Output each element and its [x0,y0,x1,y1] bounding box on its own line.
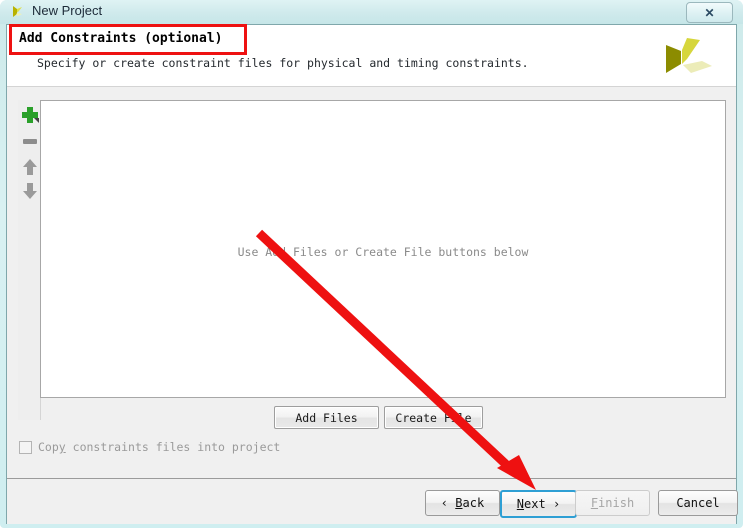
window-title: New Project [32,3,103,18]
create-file-button[interactable]: Create File [384,406,483,429]
move-down-icon[interactable] [19,180,41,202]
copy-constraints-row[interactable]: Copy constraints files into project [19,440,280,454]
move-up-icon[interactable] [19,156,41,178]
constraints-toolbar [18,100,41,420]
new-project-wizard-window: New Project ✕ Add Constraints (optional)… [0,0,743,528]
cancel-button[interactable]: Cancel [658,490,738,516]
copy-constraints-checkbox[interactable] [19,440,32,454]
copy-constraints-label: Copy constraints files into project [38,440,281,454]
remove-icon[interactable] [19,130,41,152]
xilinx-vivado-logo [666,38,712,73]
page-title: Add Constraints (optional) [19,31,223,46]
empty-list-hint: Use Add Files or Create File buttons bel… [237,245,529,259]
next-button[interactable]: Next › [500,490,577,518]
next-arrow-icon: › [552,497,561,511]
title-bar: New Project ✕ [0,0,743,24]
wizard-content: Use Add Files or Create File buttons bel… [7,87,736,478]
finish-button: Finish [575,490,650,516]
close-button[interactable]: ✕ [686,2,733,23]
wizard-header: Add Constraints (optional) Specify or cr… [7,25,736,87]
close-icon: ✕ [704,5,715,20]
vivado-logo-icon [13,6,22,17]
back-button[interactable]: ‹ Back [425,490,500,516]
page-subtitle: Specify or create constraint files for p… [37,56,529,70]
wizard-button-bar: ‹ Back Next › Finish Cancel [7,479,738,524]
back-arrow-icon: ‹ [440,496,449,510]
constraints-file-list[interactable]: Use Add Files or Create File buttons bel… [40,100,726,398]
add-icon[interactable] [19,104,41,126]
add-files-button[interactable]: Add Files [274,406,379,429]
